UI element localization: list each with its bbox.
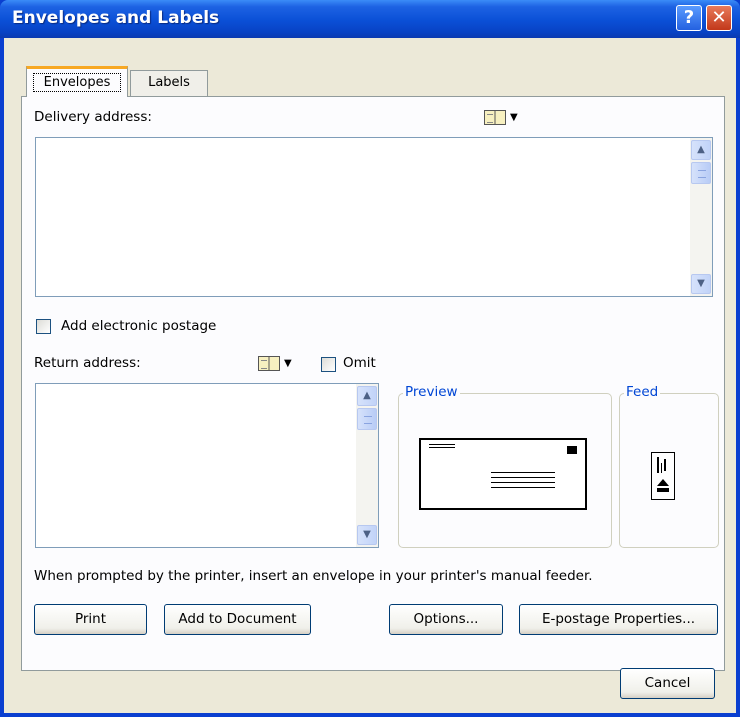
chevron-down-icon[interactable]: ▼ bbox=[284, 358, 292, 369]
chevron-down-icon[interactable]: ▼ bbox=[510, 112, 518, 123]
delivery-address-label: Delivery address: bbox=[34, 109, 152, 125]
options-button-label: Options... bbox=[413, 611, 479, 627]
options-button[interactable]: Options... bbox=[389, 604, 503, 635]
scroll-thumb[interactable] bbox=[357, 408, 377, 430]
tab-envelopes[interactable]: Envelopes bbox=[26, 66, 128, 97]
dialog-window: Envelopes and Labels ? ✕ Envelopes Label… bbox=[0, 0, 740, 717]
feeder-instruction: When prompted by the printer, insert an … bbox=[34, 568, 593, 584]
scroll-up-button[interactable]: ▲ bbox=[357, 386, 377, 406]
preview-group[interactable]: Preview bbox=[398, 384, 612, 548]
e-postage-properties-label: E-postage Properties... bbox=[541, 611, 696, 627]
tab-labels-label: Labels bbox=[148, 75, 190, 90]
cancel-button[interactable]: Cancel bbox=[620, 668, 715, 699]
stamp bbox=[567, 446, 577, 454]
scroll-up-button[interactable]: ▲ bbox=[691, 140, 711, 160]
print-button-label: Print bbox=[74, 611, 107, 627]
tab-envelopes-label: Envelopes bbox=[43, 75, 111, 90]
scroll-thumb[interactable] bbox=[691, 162, 711, 184]
dialog-title: Envelopes and Labels bbox=[12, 8, 220, 28]
add-to-document-button[interactable]: Add to Document bbox=[164, 604, 311, 635]
close-button[interactable]: ✕ bbox=[706, 5, 732, 31]
delivery-address-field[interactable]: ▲ ▼ bbox=[35, 137, 713, 297]
return-address-lines bbox=[429, 444, 455, 445]
address-book-icon[interactable] bbox=[258, 356, 280, 371]
tab-labels[interactable]: Labels bbox=[130, 70, 208, 96]
omit-label: Omit bbox=[343, 355, 376, 371]
add-electronic-postage-checkbox[interactable] bbox=[36, 319, 51, 334]
scroll-down-button[interactable]: ▼ bbox=[691, 274, 711, 294]
envelopes-tab-panel: Delivery address: ▼ ▲ ▼ Add electronic p… bbox=[21, 96, 725, 671]
feed-group[interactable]: Feed bbox=[619, 384, 719, 548]
scroll-down-button[interactable]: ▼ bbox=[357, 525, 377, 545]
cancel-button-label: Cancel bbox=[644, 675, 691, 691]
envelope-preview bbox=[419, 438, 587, 510]
address-book-icon[interactable] bbox=[484, 110, 506, 125]
e-postage-properties-button[interactable]: E-postage Properties... bbox=[519, 604, 718, 635]
delivery-address-lines bbox=[491, 472, 555, 473]
add-to-document-label: Add to Document bbox=[178, 611, 297, 627]
print-button[interactable]: Print bbox=[34, 604, 147, 635]
return-scrollbar[interactable]: ▲ ▼ bbox=[356, 384, 378, 547]
title-bar[interactable]: Envelopes and Labels ? ✕ bbox=[0, 0, 740, 38]
feed-title: Feed bbox=[624, 384, 661, 400]
omit-checkbox[interactable] bbox=[321, 357, 336, 372]
add-electronic-postage-label: Add electronic postage bbox=[61, 318, 217, 334]
feed-icon bbox=[651, 452, 675, 500]
return-address-field[interactable]: ▲ ▼ bbox=[35, 383, 379, 548]
dialog-client-area: Envelopes Labels Delivery address: ▼ ▲ ▼… bbox=[4, 38, 736, 713]
preview-title: Preview bbox=[403, 384, 460, 400]
help-button[interactable]: ? bbox=[676, 5, 702, 31]
return-address-label: Return address: bbox=[34, 355, 141, 371]
delivery-scrollbar[interactable]: ▲ ▼ bbox=[690, 138, 712, 296]
